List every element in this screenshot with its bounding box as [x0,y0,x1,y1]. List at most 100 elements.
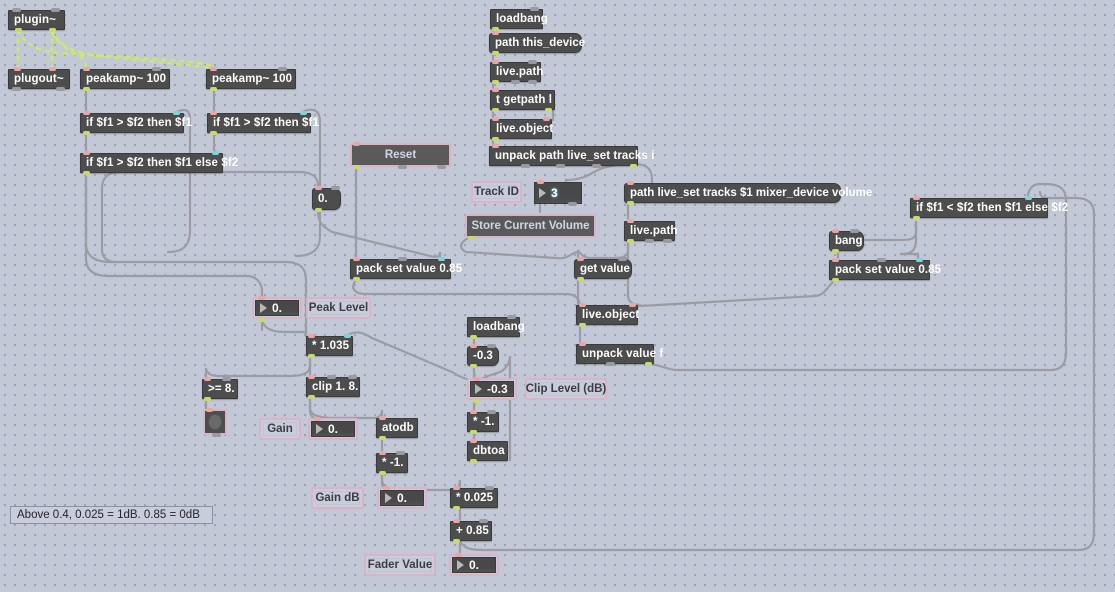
inlet[interactable] [308,375,315,379]
inlet[interactable] [353,257,360,261]
object-expr-gt-right[interactable]: if $f1 > $f2 then $f1 [207,113,319,133]
inlet[interactable] [315,186,322,190]
message-bang[interactable]: bang [829,231,864,251]
inlet[interactable] [492,144,499,148]
object-plugin[interactable]: plugin~ [8,10,65,30]
inlet[interactable] [627,219,634,223]
outlet[interactable] [353,165,360,169]
object-pack-left[interactable]: pack set value 0.85 [350,259,462,279]
outlet[interactable] [470,430,477,434]
object-t-getpath[interactable]: t getpath l [490,90,555,110]
inlet[interactable] [379,451,386,455]
outlet-right[interactable] [645,362,652,366]
outlet[interactable] [492,80,499,84]
object-expr-gt-else[interactable]: if $f1 > $f2 then $f1 else $f2 [80,153,238,173]
outlet[interactable] [315,208,322,212]
outlet[interactable] [83,87,90,91]
object-live-path-2[interactable]: live.path [624,221,677,241]
outlet[interactable] [473,399,480,403]
inlet[interactable] [383,486,390,490]
object-live-path-1[interactable]: live.path [490,62,543,82]
gain-number-box[interactable]: 0. [311,421,355,437]
inlet[interactable] [913,196,920,200]
inlet[interactable] [210,67,217,71]
peak-level-number-box[interactable]: 0. [255,300,299,316]
inlet[interactable] [83,111,90,115]
object-live-object-1[interactable]: live.object [490,119,553,139]
inlet[interactable] [832,258,839,262]
message-get-value[interactable]: get value [574,259,632,279]
outlet[interactable] [470,364,477,368]
outlet[interactable] [210,131,217,135]
reset-button[interactable]: Reset [350,143,451,167]
inlet[interactable] [832,229,839,233]
object-mult-neg1-a[interactable]: * -1. [376,453,408,473]
inlet[interactable] [627,181,634,185]
inlet[interactable] [470,410,477,414]
peak-level-number-frame[interactable]: 0. [252,297,302,319]
message-path-volume[interactable]: path live_set tracks $1 mixer_device vol… [624,183,872,203]
gain-db-number-box[interactable]: 0. [380,490,424,506]
outlet[interactable] [49,28,56,32]
outlet[interactable] [627,201,634,205]
message-neg-03[interactable]: -0.3 [467,346,499,366]
clip-level-number-box[interactable]: -0.3 [470,381,514,397]
inlet-right[interactable] [300,111,307,115]
outlet[interactable] [470,459,477,463]
object-expr-gt-left[interactable]: if $f1 > $f2 then $f1 [80,113,192,133]
inlet[interactable] [473,377,480,381]
object-loadbang-top[interactable]: loadbang [490,9,548,29]
inlet[interactable] [492,31,499,35]
outlet[interactable] [492,108,499,112]
object-gte-8[interactable]: >= 8. [202,379,238,399]
outlet[interactable] [492,51,499,55]
outlet[interactable] [832,278,839,282]
inlet[interactable] [492,88,499,92]
outlet-right[interactable] [630,164,637,168]
message-zero[interactable]: 0. [312,188,341,210]
object-peakamp-left[interactable]: peakamp~ 100 [80,69,170,89]
object-add-085[interactable]: + 0.85 [450,521,492,541]
outlet[interactable] [353,277,360,281]
outlet[interactable] [83,171,90,175]
store-current-volume-button[interactable]: Store Current Volume [465,214,596,238]
message-path-this-device[interactable]: path this_device [489,33,585,53]
gain-number-frame[interactable]: 0. [308,418,358,440]
inlet-right[interactable] [212,151,219,155]
inlet[interactable] [470,344,477,348]
inlet[interactable] [204,377,211,381]
inlet-right[interactable] [344,334,351,338]
inlet[interactable] [49,67,56,71]
inlet-right[interactable] [1025,196,1032,200]
inlet[interactable] [492,117,499,121]
inlet[interactable] [353,142,360,146]
inlet[interactable] [453,486,460,490]
object-mult-neg1-b[interactable]: * -1. [467,412,499,432]
object-expr-lt-else[interactable]: if $f1 < $f2 then $f1 else $f2 [910,198,1068,218]
object-mult-1035[interactable]: * 1.035 [306,336,353,356]
outlet[interactable] [379,436,386,440]
inlet-right[interactable] [173,111,180,115]
object-loadbang-clip[interactable]: loadbang [467,317,525,337]
object-dbtoa[interactable]: dbtoa [467,441,508,461]
inlet-right[interactable] [438,257,445,261]
track-id-number-box[interactable]: 3 [534,182,582,204]
object-mult-0025[interactable]: * 0.025 [450,488,498,508]
inlet[interactable] [470,439,477,443]
object-pack-right[interactable]: pack set value 0.85 [829,260,941,280]
bang-button[interactable] [203,409,227,435]
fader-value-number-box[interactable]: 0. [452,557,496,573]
outlet[interactable] [832,249,839,253]
object-atodb[interactable]: atodb [376,418,418,438]
object-unpack-path[interactable]: unpack path live_set tracks i [489,146,654,166]
inlet[interactable] [14,67,21,71]
outlet[interactable] [453,539,460,543]
outlet[interactable] [210,87,217,91]
outlet[interactable] [468,236,475,240]
inlet[interactable] [308,334,315,338]
clip-level-number-frame[interactable]: -0.3 [467,378,517,400]
outlet[interactable] [470,335,477,339]
outlet[interactable] [258,318,265,322]
max-patcher-canvas[interactable]: plugin~ plugout~ peakamp~ 100 peakamp~ 1… [0,0,1115,592]
outlet[interactable] [577,277,584,281]
